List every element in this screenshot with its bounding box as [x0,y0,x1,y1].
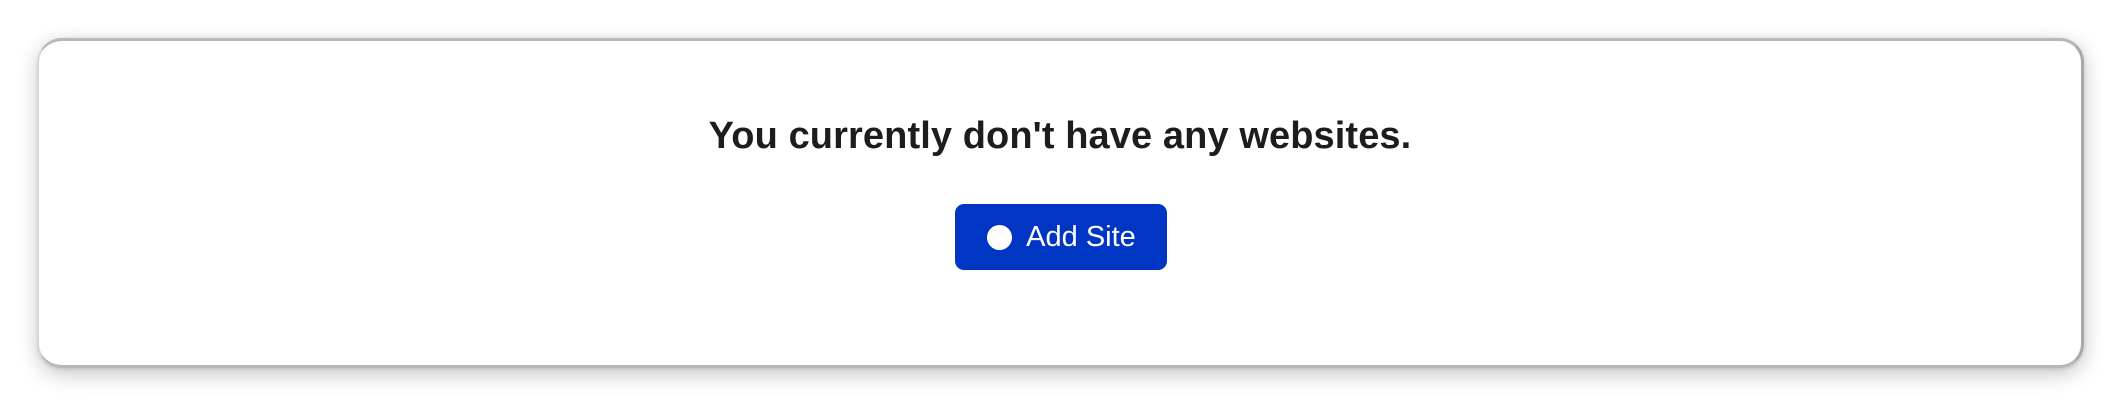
empty-state-message: You currently don't have any websites. [708,115,1412,157]
plus-circle-icon [986,224,1013,251]
empty-state-card: You currently don't have any websites. A… [38,38,2084,368]
add-site-button-label: Add Site [1026,220,1136,253]
add-site-button[interactable]: Add Site [955,204,1167,270]
